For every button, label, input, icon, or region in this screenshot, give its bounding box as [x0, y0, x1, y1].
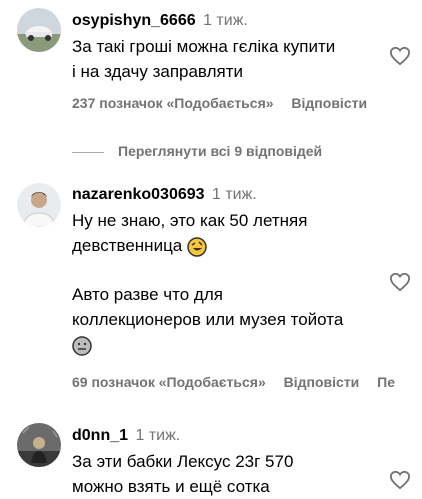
comment-text: Ну не знаю, это как 50 летняя девственни…	[72, 208, 343, 357]
comment-actions: 237 позначок «Подобається» Відповісти	[72, 95, 381, 111]
reply-button[interactable]: Відповісти	[291, 95, 367, 111]
neutral-face-emoji	[72, 335, 92, 356]
timestamp[interactable]: 1 тиж.	[212, 186, 257, 203]
likes-count[interactable]: 69 позначок «Подобається»	[72, 374, 266, 390]
comment-line: девственница	[72, 233, 343, 258]
avatar[interactable]	[17, 183, 61, 227]
comment-line: Авто разве что для	[72, 285, 223, 304]
comment-line: За такі гроші можна гєліка купити	[72, 37, 336, 56]
likes-count[interactable]: 237 позначок «Подобається»	[72, 95, 274, 111]
rolling-laughing-emoji	[187, 236, 207, 257]
view-replies-button[interactable]: Переглянути всі 9 відповідей	[72, 143, 322, 159]
comment-line	[72, 332, 343, 357]
comment-header: nazarenko030693 1 тиж.	[72, 186, 257, 204]
comment-line: За эти бабки Лексус 23г 570	[72, 452, 294, 471]
comment-line-text: девственница	[72, 236, 183, 255]
username[interactable]: d0nn_1	[72, 427, 128, 444]
comment-text: За эти бабки Лексус 23г 570 можно взять …	[72, 449, 293, 499]
view-replies-label: Переглянути всі 9 відповідей	[118, 143, 323, 159]
comment-text: За такі гроші можна гєліка купити і на з…	[72, 34, 335, 84]
comment-line: Ну не знаю, это как 50 летняя	[72, 211, 308, 230]
comment-actions: 69 позначок «Подобається» Відповісти Пе	[72, 374, 409, 390]
comment-header: osypishyn_6666 1 тиж.	[72, 12, 248, 30]
reply-button[interactable]: Відповісти	[284, 374, 360, 390]
comment-line: коллекционеров или музея тойота	[72, 310, 344, 329]
heart-outline-icon[interactable]	[389, 470, 411, 490]
avatar[interactable]	[17, 423, 61, 467]
comment-header: d0nn_1 1 тиж.	[72, 427, 180, 445]
heart-outline-icon[interactable]	[389, 272, 411, 292]
comment-line: можно взять и ещё сотка	[72, 477, 270, 496]
timestamp[interactable]: 1 тиж.	[203, 12, 248, 29]
more-link[interactable]: Пе	[377, 374, 395, 390]
avatar[interactable]	[17, 8, 61, 52]
username[interactable]: nazarenko030693	[72, 186, 205, 203]
divider-line	[72, 151, 104, 153]
username[interactable]: osypishyn_6666	[72, 12, 196, 29]
timestamp[interactable]: 1 тиж.	[135, 427, 180, 444]
comment-line: і на здачу заправляти	[72, 62, 243, 81]
heart-outline-icon[interactable]	[389, 46, 411, 66]
